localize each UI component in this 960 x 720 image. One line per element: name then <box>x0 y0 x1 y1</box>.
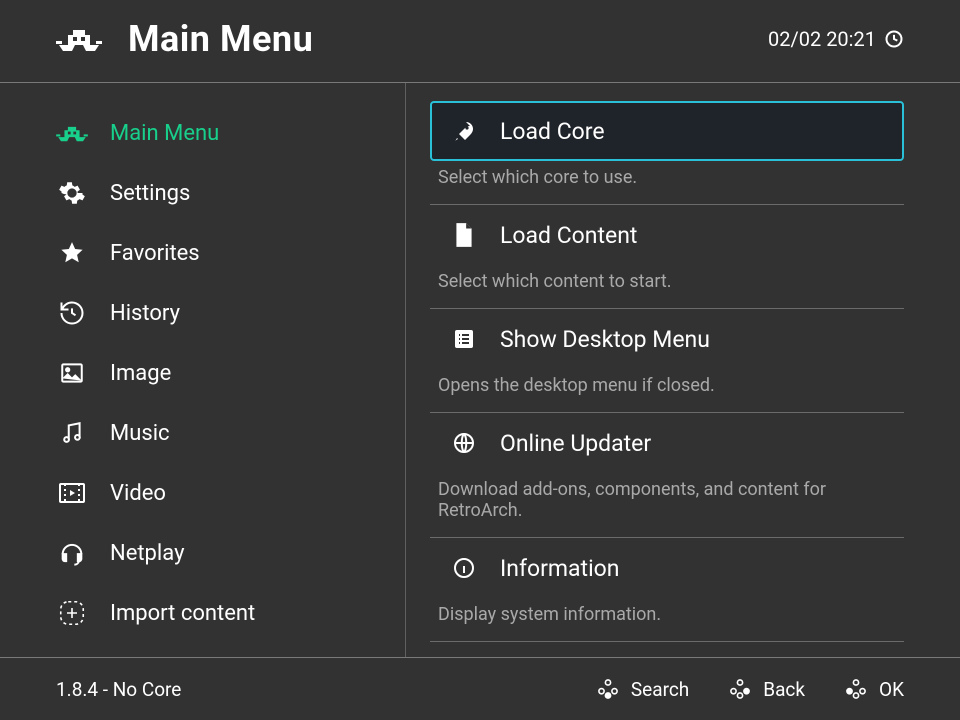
sidebar-item-main-menu[interactable]: Main Menu <box>0 103 405 163</box>
sidebar-item-netplay[interactable]: Netplay <box>0 523 405 583</box>
gear-icon <box>56 177 88 209</box>
entry-label: Online Updater <box>500 430 651 457</box>
entry-row[interactable]: Configuration File <box>430 642 904 657</box>
sidebar-item-label: Import content <box>110 601 255 626</box>
sidebar-item-label: Main Menu <box>110 121 219 146</box>
header-clock: 02/02 20:21 <box>768 27 904 51</box>
video-icon <box>56 477 88 509</box>
globe-icon <box>450 429 478 457</box>
sidebar-item-label: Image <box>110 361 171 386</box>
entry-information: Information Display system information. <box>430 537 904 641</box>
clock-icon <box>884 29 904 49</box>
entry-configuration-file: Configuration File <box>430 641 904 657</box>
sidebar-item-label: History <box>110 301 180 326</box>
entry-label: Load Content <box>500 222 637 249</box>
footer-button-back[interactable]: Back <box>727 676 805 702</box>
footer-button-label: OK <box>879 678 904 701</box>
sidebar: Main Menu Settings Favorites <box>0 83 406 657</box>
list-icon <box>450 325 478 353</box>
entry-desc: Opens the desktop menu if closed. <box>430 369 904 410</box>
footer-status: 1.8.4 - No Core <box>56 678 181 701</box>
entry-desc: Display system information. <box>430 598 904 639</box>
main-list: Load Core Select which core to use. Load… <box>406 83 960 657</box>
history-icon <box>56 297 88 329</box>
headset-icon <box>56 537 88 569</box>
sidebar-item-favorites[interactable]: Favorites <box>0 223 405 283</box>
entry-desc: Download add-ons, components, and conten… <box>430 473 904 535</box>
entry-load-core: Load Core Select which core to use. <box>430 101 904 204</box>
footer: 1.8.4 - No Core Search Back <box>0 657 960 720</box>
sidebar-item-label: Settings <box>110 181 190 206</box>
header-left: Main Menu <box>56 18 313 60</box>
entry-desc: Select which core to use. <box>430 161 904 202</box>
footer-button-label: Search <box>631 678 689 701</box>
plus-box-icon <box>56 597 88 629</box>
retroarch-icon <box>56 23 102 55</box>
info-icon <box>450 554 478 582</box>
file-icon <box>450 221 478 249</box>
retroarch-icon <box>56 117 88 149</box>
footer-button-search[interactable]: Search <box>595 676 689 702</box>
entry-load-content: Load Content Select which content to sta… <box>430 204 904 308</box>
footer-button-label: Back <box>763 678 805 701</box>
entry-row[interactable]: Load Core <box>430 101 904 161</box>
entry-online-updater: Online Updater Download add-ons, compone… <box>430 412 904 537</box>
entry-label: Load Core <box>500 118 605 145</box>
sidebar-item-video[interactable]: Video <box>0 463 405 523</box>
sidebar-item-label: Music <box>110 421 170 446</box>
rocket-icon <box>450 117 478 145</box>
sidebar-item-image[interactable]: Image <box>0 343 405 403</box>
entry-row[interactable]: Online Updater <box>430 413 904 473</box>
page-title: Main Menu <box>128 18 313 60</box>
dpad-icon <box>843 676 869 702</box>
entry-desc: Select which content to start. <box>430 265 904 306</box>
entry-show-desktop-menu: Show Desktop Menu Opens the desktop menu… <box>430 308 904 412</box>
sidebar-item-import-content[interactable]: Import content <box>0 583 405 643</box>
entry-row[interactable]: Show Desktop Menu <box>430 309 904 369</box>
clock-text: 02/02 20:21 <box>768 27 876 51</box>
sidebar-item-music[interactable]: Music <box>0 403 405 463</box>
sidebar-item-label: Video <box>110 481 166 506</box>
sidebar-item-settings[interactable]: Settings <box>0 163 405 223</box>
footer-buttons: Search Back OK <box>595 676 904 702</box>
entry-label: Show Desktop Menu <box>500 326 710 353</box>
entry-row[interactable]: Information <box>430 538 904 598</box>
body: Main Menu Settings Favorites <box>0 83 960 657</box>
sidebar-item-label: Netplay <box>110 541 184 566</box>
footer-button-ok[interactable]: OK <box>843 676 904 702</box>
sidebar-item-label: Favorites <box>110 241 200 266</box>
dpad-icon <box>727 676 753 702</box>
image-icon <box>56 357 88 389</box>
header: Main Menu 02/02 20:21 <box>0 0 960 83</box>
entry-label: Information <box>500 555 619 582</box>
music-icon <box>56 417 88 449</box>
dpad-icon <box>595 676 621 702</box>
star-icon <box>56 237 88 269</box>
entry-row[interactable]: Load Content <box>430 205 904 265</box>
sidebar-item-history[interactable]: History <box>0 283 405 343</box>
